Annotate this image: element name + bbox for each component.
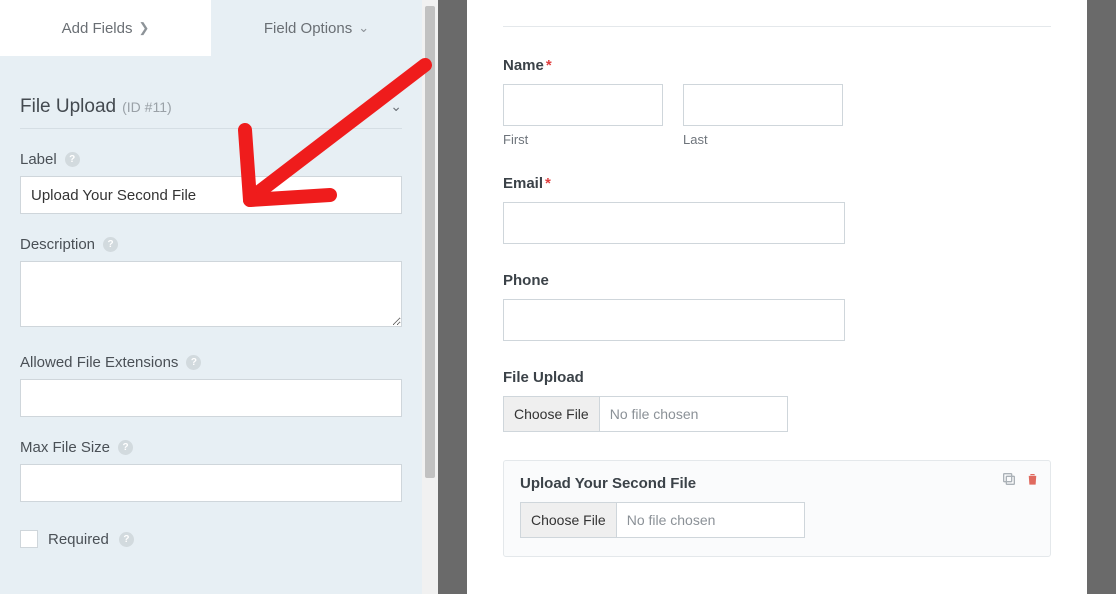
help-icon[interactable]: ? (119, 532, 134, 547)
file-status-text: No file chosen (600, 397, 787, 431)
tab-add-fields-label: Add Fields (62, 20, 133, 37)
preview-field-phone[interactable]: Phone (503, 272, 1051, 341)
required-star-icon: * (545, 175, 551, 192)
tab-field-options[interactable]: Field Options ⌄ (211, 0, 422, 56)
preview-field-second-file[interactable]: Upload Your Second File Choose File No f… (503, 460, 1051, 557)
phone-input[interactable] (503, 299, 845, 341)
file-status-text: No file chosen (617, 503, 804, 537)
first-name-sublabel: First (503, 132, 663, 147)
chevron-down-icon: ⌄ (358, 20, 369, 36)
scrollbar[interactable] (422, 0, 438, 594)
help-icon[interactable]: ? (65, 152, 80, 167)
field-id-text: (ID #11) (122, 99, 172, 115)
last-name-sublabel: Last (683, 132, 843, 147)
help-icon[interactable]: ? (118, 440, 133, 455)
choose-file-button[interactable]: Choose File (504, 397, 600, 431)
chevron-right-icon: ❯ (138, 20, 149, 36)
choose-file-button[interactable]: Choose File (521, 503, 617, 537)
chevron-down-icon: ⌄ (390, 98, 402, 115)
form-preview: Name * First Last Email * (467, 0, 1087, 594)
divider (503, 26, 1051, 27)
help-icon[interactable]: ? (103, 237, 118, 252)
duplicate-icon[interactable] (1001, 471, 1017, 491)
tab-add-fields[interactable]: Add Fields ❯ (0, 0, 211, 56)
preview-field-file-upload[interactable]: File Upload Choose File No file chosen (503, 369, 1051, 432)
tab-field-options-label: Field Options (264, 20, 352, 37)
second-file-label: Upload Your Second File (520, 475, 696, 492)
name-label: Name (503, 57, 544, 74)
required-label: Required (48, 531, 109, 548)
panel-tabs: Add Fields ❯ Field Options ⌄ (0, 0, 422, 56)
label-input[interactable] (20, 176, 402, 214)
email-input[interactable] (503, 202, 845, 244)
required-checkbox[interactable] (20, 530, 38, 548)
max-size-input[interactable] (20, 464, 402, 502)
email-label: Email (503, 175, 543, 192)
trash-icon[interactable] (1025, 471, 1040, 491)
help-icon[interactable]: ? (186, 355, 201, 370)
label-label: Label (20, 151, 57, 168)
description-input[interactable] (20, 261, 402, 327)
last-name-input[interactable] (683, 84, 843, 126)
preview-field-email[interactable]: Email * (503, 175, 1051, 244)
max-size-label: Max File Size (20, 439, 110, 456)
scrollbar-thumb[interactable] (425, 6, 435, 478)
file-upload-label: File Upload (503, 369, 584, 386)
first-name-input[interactable] (503, 84, 663, 126)
phone-label: Phone (503, 272, 549, 289)
description-label: Description (20, 236, 95, 253)
allowed-ext-label: Allowed File Extensions (20, 354, 178, 371)
preview-field-name[interactable]: Name * First Last (503, 57, 1051, 147)
field-options-header[interactable]: File Upload (ID #11) ⌄ (20, 74, 402, 129)
field-type-title: File Upload (20, 96, 116, 118)
required-star-icon: * (546, 57, 552, 74)
allowed-ext-input[interactable] (20, 379, 402, 417)
